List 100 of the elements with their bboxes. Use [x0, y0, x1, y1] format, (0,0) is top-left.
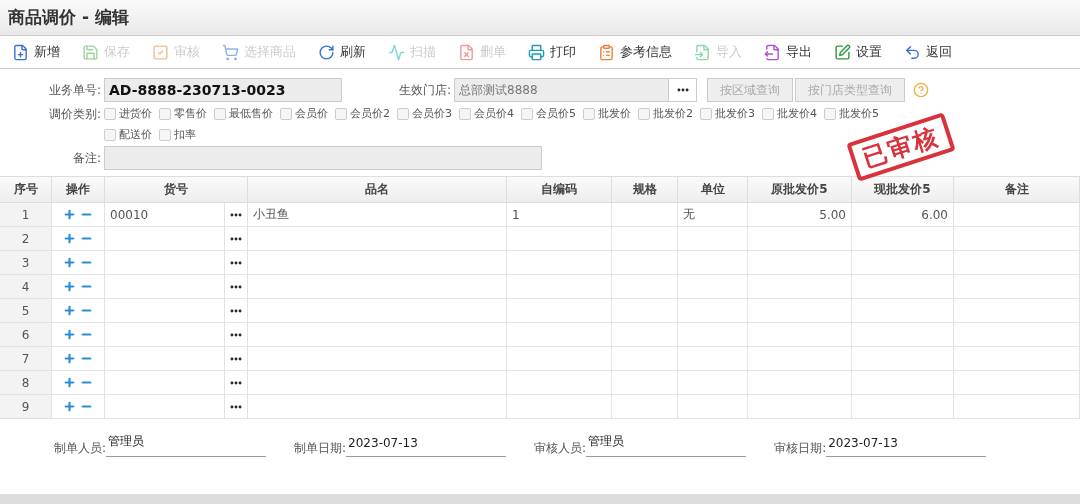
help-icon[interactable] — [913, 82, 929, 98]
row-number: 2 — [0, 227, 52, 251]
category-checkbox[interactable]: 最低售价 — [214, 106, 273, 121]
table-cell — [612, 371, 678, 395]
table-cell — [678, 251, 748, 275]
field-label: 生效门店: — [397, 81, 452, 99]
table-cell — [678, 395, 748, 419]
plus-icon — [63, 352, 76, 365]
category-checkbox[interactable]: 会员价 — [280, 106, 328, 121]
add-row-button[interactable] — [63, 232, 76, 245]
table-cell — [678, 299, 748, 323]
add-row-button[interactable] — [63, 328, 76, 341]
printer-icon — [528, 43, 545, 61]
category-checkbox[interactable]: 配送价 — [104, 127, 152, 142]
table-cell: 小丑鱼 — [248, 203, 507, 227]
row-number: 3 — [0, 251, 52, 275]
row-number: 1 — [0, 203, 52, 227]
category-checkbox[interactable]: 进货价 — [104, 106, 152, 121]
column-header: 单位 — [678, 177, 748, 203]
table-cell — [612, 275, 678, 299]
file-import-icon — [694, 43, 711, 61]
column-header: 货号 — [105, 177, 248, 203]
table-cell — [678, 275, 748, 299]
add-row-button[interactable] — [63, 400, 76, 413]
table-cell — [612, 395, 678, 419]
window-title: 商品调价 - 编辑 — [8, 6, 129, 29]
field-label: 调价类别: — [47, 106, 102, 123]
footer-label: 制单日期: — [294, 440, 347, 457]
category-checkbox[interactable]: 零售价 — [159, 106, 207, 121]
row-number: 4 — [0, 275, 52, 299]
add-row-button[interactable] — [63, 304, 76, 317]
table-cell — [612, 227, 678, 251]
add-row-button[interactable] — [63, 280, 76, 293]
pulse-icon — [388, 43, 405, 61]
undo-icon — [904, 43, 921, 61]
category-checkbox[interactable]: 批发价3 — [700, 106, 755, 121]
category-checkbox[interactable]: 批发价 — [583, 106, 631, 121]
footer-label: 制单人员: — [54, 440, 107, 457]
field-label: 备注: — [71, 149, 102, 167]
order-number-field[interactable]: AD-8888-230713-0023 — [104, 78, 342, 102]
remark-field[interactable] — [104, 146, 542, 170]
table-cell — [612, 347, 678, 371]
plus-icon — [63, 304, 76, 317]
footer-value: 2023-07-13 — [826, 436, 987, 457]
plus-icon — [63, 232, 76, 245]
toolbar-button[interactable]: 刷新 — [312, 41, 372, 63]
toolbar-button[interactable]: 参考信息 — [592, 41, 678, 63]
footer-label: 审核日期: — [774, 440, 827, 457]
file-plus-icon — [12, 43, 29, 61]
check-square-icon — [152, 43, 169, 61]
column-header: 原批发价5 — [748, 177, 852, 203]
category-checkbox[interactable]: 会员价2 — [335, 106, 390, 121]
footer-value: 管理员 — [106, 433, 267, 457]
field-label: 业务单号: — [47, 81, 102, 99]
table-cell — [612, 299, 678, 323]
table-cell — [678, 347, 748, 371]
add-row-button[interactable] — [63, 208, 76, 221]
column-header: 备注 — [954, 177, 1080, 203]
column-header: 自编码 — [507, 177, 612, 203]
table-cell — [678, 371, 748, 395]
file-export-icon — [764, 43, 781, 61]
row-number: 7 — [0, 347, 52, 371]
plus-icon — [63, 208, 76, 221]
store-field[interactable]: 总部测试8888 — [454, 78, 669, 102]
footer-label: 审核人员: — [534, 440, 587, 457]
table-cell — [678, 323, 748, 347]
table-cell — [612, 251, 678, 275]
row-number: 9 — [0, 395, 52, 419]
table-cell — [678, 227, 748, 251]
category-checkbox[interactable]: 会员价5 — [521, 106, 576, 121]
table-cell — [612, 203, 678, 227]
toolbar-button[interactable]: 设置 — [828, 41, 888, 63]
plus-icon — [63, 376, 76, 389]
table-cell: 00010 — [105, 203, 225, 227]
row-number: 5 — [0, 299, 52, 323]
toolbar-button[interactable]: 返回 — [898, 41, 958, 63]
table-cell: 6.00 — [852, 203, 954, 227]
add-row-button[interactable] — [63, 376, 76, 389]
file-x-icon — [458, 43, 475, 61]
plus-icon — [63, 280, 76, 293]
table-cell: 1 — [507, 203, 612, 227]
category-checkbox[interactable]: 会员价3 — [397, 106, 452, 121]
category-checkbox[interactable]: 批发价4 — [762, 106, 817, 121]
toolbar-button[interactable]: 新增 — [6, 41, 66, 63]
table-cell: 5.00 — [748, 203, 852, 227]
plus-icon — [63, 328, 76, 341]
category-checkbox[interactable]: 批发价2 — [638, 106, 693, 121]
add-row-button[interactable] — [63, 256, 76, 269]
footer-value: 2023-07-13 — [346, 436, 507, 457]
category-checkbox[interactable]: 会员价4 — [459, 106, 514, 121]
refresh-icon — [318, 43, 335, 61]
plus-icon — [63, 400, 76, 413]
column-header: 现批发价5 — [852, 177, 954, 203]
add-row-button[interactable] — [63, 352, 76, 365]
plus-icon — [63, 256, 76, 269]
toolbar-button[interactable]: 导出 — [758, 41, 818, 63]
category-checkbox[interactable]: 扣率 — [159, 127, 196, 142]
column-header: 操作 — [52, 177, 105, 203]
column-header: 规格 — [612, 177, 678, 203]
toolbar-button[interactable]: 打印 — [522, 41, 582, 63]
